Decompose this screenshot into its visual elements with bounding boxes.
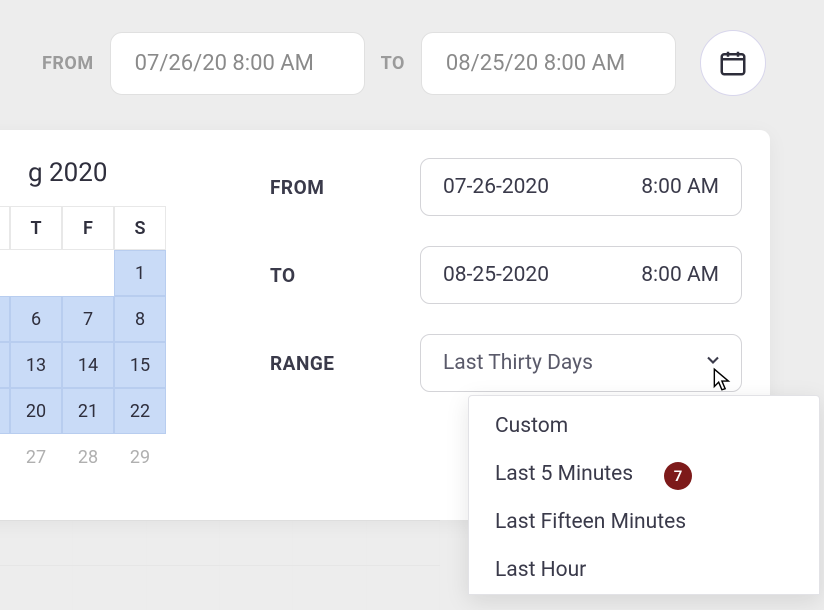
from-label: FROM bbox=[42, 53, 94, 74]
day-cell[interactable]: 21 bbox=[62, 388, 114, 434]
to-field-input[interactable]: 08-25-2020 8:00 AM bbox=[420, 246, 742, 304]
day-cell[interactable]: 12 bbox=[0, 342, 10, 388]
to-label: TO bbox=[381, 53, 405, 74]
from-date-input[interactable]: 07/26/20 8:00 AM bbox=[110, 32, 365, 95]
from-field-date: 07-26-2020 bbox=[443, 175, 549, 199]
day-cell[interactable]: 7 bbox=[62, 296, 114, 342]
range-selected-value: Last Thirty Days bbox=[443, 351, 593, 375]
from-field-input[interactable]: 07-26-2020 8:00 AM bbox=[420, 158, 742, 216]
from-field-label: FROM bbox=[270, 176, 420, 199]
day-cell[interactable]: 20 bbox=[10, 388, 62, 434]
to-field-label: TO bbox=[270, 264, 420, 287]
calendar-button[interactable] bbox=[700, 30, 766, 96]
to-field-date: 08-25-2020 bbox=[443, 263, 549, 287]
range-option[interactable]: Last Hour bbox=[469, 546, 819, 588]
calendar-icon bbox=[718, 48, 748, 78]
month-title: g 2020 bbox=[0, 158, 248, 188]
day-cell bbox=[62, 250, 114, 296]
day-cell[interactable]: 26 bbox=[0, 434, 10, 480]
from-field-time: 8:00 AM bbox=[641, 175, 719, 199]
range-option[interactable]: Custom bbox=[469, 402, 819, 450]
range-option[interactable]: Last 5 Minutes bbox=[469, 450, 819, 498]
day-cell[interactable]: 14 bbox=[62, 342, 114, 388]
day-cell[interactable]: 29 bbox=[114, 434, 166, 480]
dow-cell: T bbox=[10, 206, 62, 250]
date-range-topbar: FROM 07/26/20 8:00 AM TO 08/25/20 8:00 A… bbox=[0, 0, 824, 126]
day-cell[interactable]: 27 bbox=[10, 434, 62, 480]
background-grid bbox=[0, 520, 440, 610]
day-cell bbox=[10, 250, 62, 296]
day-cell[interactable]: 6 bbox=[10, 296, 62, 342]
range-dropdown: CustomLast 5 MinutesLast Fifteen Minutes… bbox=[468, 395, 820, 595]
to-date-input[interactable]: 08/25/20 8:00 AM bbox=[421, 32, 676, 95]
annotation-badge: 7 bbox=[664, 462, 692, 490]
day-cell[interactable]: 28 bbox=[62, 434, 114, 480]
calendar: g 2020 W T F S 1567812131415192021222627… bbox=[0, 158, 248, 480]
to-field-time: 8:00 AM bbox=[641, 263, 719, 287]
range-option[interactable]: Last Fifteen Minutes bbox=[469, 498, 819, 546]
day-cell[interactable]: 5 bbox=[0, 296, 10, 342]
range-select[interactable]: Last Thirty Days bbox=[420, 334, 742, 392]
dow-cell: F bbox=[62, 206, 114, 250]
dow-header: W T F S bbox=[0, 206, 248, 250]
day-cell[interactable]: 8 bbox=[114, 296, 166, 342]
cursor-icon bbox=[712, 367, 734, 397]
day-cell[interactable]: 22 bbox=[114, 388, 166, 434]
day-cell bbox=[0, 250, 10, 296]
day-cell[interactable]: 1 bbox=[114, 250, 166, 296]
range-field-label: RANGE bbox=[270, 352, 420, 375]
day-cell[interactable]: 15 bbox=[114, 342, 166, 388]
day-cell[interactable]: 19 bbox=[0, 388, 10, 434]
dow-cell: W bbox=[0, 206, 10, 250]
day-cell[interactable]: 13 bbox=[10, 342, 62, 388]
dow-cell: S bbox=[114, 206, 166, 250]
day-grid: 15678121314151920212226272829 bbox=[0, 250, 248, 480]
